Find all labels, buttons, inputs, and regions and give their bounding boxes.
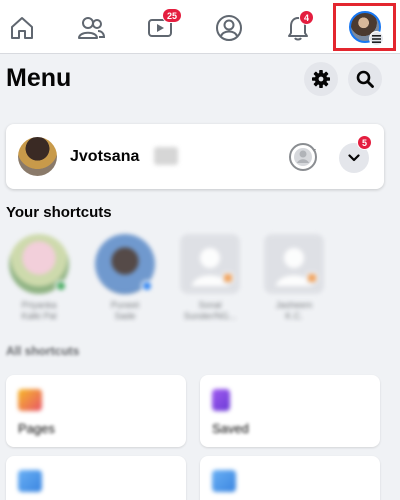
menu-tab-highlighted[interactable] — [333, 3, 396, 51]
hamburger-menu-icon — [368, 31, 384, 46]
profile-tab[interactable] — [207, 6, 251, 50]
shortcut-avatar — [180, 234, 240, 294]
default-profile-icon — [276, 248, 312, 286]
friends-icon — [78, 17, 105, 39]
page-title: Menu — [6, 64, 72, 92]
switch-profile-icon[interactable] — [286, 140, 320, 174]
top-navigation-bar: 25 4 — [0, 0, 400, 54]
saved-tile[interactable]: Saved — [200, 375, 380, 447]
tile-label: Pages — [18, 421, 55, 436]
shortcut-label: Priyanka Kalki Pal — [21, 300, 57, 321]
watch-tab[interactable]: 25 — [138, 6, 183, 50]
notifications-badge: 4 — [299, 10, 315, 25]
notifications-tab[interactable]: 4 — [276, 6, 320, 50]
bookmark-icon — [212, 389, 230, 411]
chevron-down-icon — [348, 154, 360, 162]
shortcut-tile-icon — [18, 470, 42, 492]
page-indicator — [222, 272, 234, 284]
shortcut-label: Puneet Sade — [110, 300, 140, 321]
shortcut-label: Jasheem K.C. — [275, 300, 313, 321]
search-icon — [356, 70, 374, 88]
profile-icon — [216, 15, 242, 41]
shortcuts-heading: Your shortcuts — [6, 204, 112, 221]
home-tab[interactable] — [0, 6, 44, 50]
avatar — [348, 11, 384, 46]
page-indicator — [306, 272, 318, 284]
shortcut-item[interactable]: Priyanka Kalki Pal — [6, 234, 72, 322]
gear-icon — [312, 70, 330, 88]
shortcut-avatar — [264, 234, 324, 294]
profile-avatar — [18, 137, 57, 176]
shortcut-tile-icon — [212, 470, 236, 492]
settings-button[interactable] — [304, 62, 338, 96]
shortcut-avatar — [95, 234, 155, 294]
shortcut-label: Sonal Sunder/NG... — [183, 300, 237, 321]
tile-label: Saved — [212, 421, 249, 436]
shortcut-item[interactable]: Puneet Sade — [92, 234, 158, 322]
profiles-badge: 5 — [357, 135, 373, 150]
shortcut-item[interactable]: Sonal Sunder/NG... — [177, 234, 243, 322]
profile-card[interactable]: Jvotsana 5 — [6, 124, 384, 189]
pages-tile[interactable]: Pages — [6, 375, 186, 447]
flag-icon — [18, 389, 42, 411]
watch-badge: 25 — [162, 8, 183, 23]
shortcut-avatar — [9, 234, 69, 294]
profile-name: Jvotsana — [70, 148, 140, 165]
shortcut-item[interactable]: Jasheem K.C. — [261, 234, 327, 322]
online-indicator — [141, 280, 153, 292]
all-shortcuts-heading: All shortcuts — [6, 344, 80, 358]
redacted-surname — [154, 147, 178, 165]
online-indicator — [55, 280, 67, 292]
home-icon — [11, 17, 33, 39]
shortcut-tile[interactable] — [6, 456, 186, 500]
shortcut-tile[interactable] — [200, 456, 380, 500]
default-profile-icon — [192, 248, 228, 286]
friends-tab[interactable] — [69, 6, 113, 50]
search-button[interactable] — [348, 62, 382, 96]
